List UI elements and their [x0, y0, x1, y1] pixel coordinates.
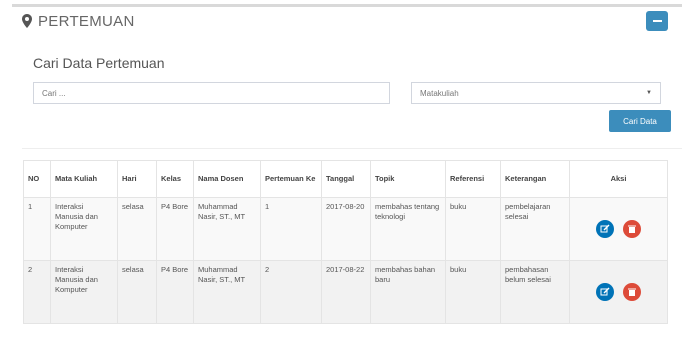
col-referensi: Referensi [445, 160, 501, 198]
cell-topik: membahas bahan baru [370, 260, 446, 324]
search-section-title: Cari Data Pertemuan [33, 55, 165, 71]
cell-topik: membahas tentang teknologi [370, 197, 446, 261]
cell-dosen: Muhammad Nasir, ST., MT [193, 197, 261, 261]
caret-down-icon: ▼ [646, 90, 652, 96]
panel-top-border [12, 4, 682, 7]
col-pertemuan-ke: Pertemuan Ke [260, 160, 322, 198]
col-hari: Hari [117, 160, 157, 198]
cell-mata-kuliah: Interaksi Manusia dan Komputer [50, 197, 118, 261]
cell-tanggal: 2017-08-20 [321, 197, 371, 261]
panel-header: PERTEMUAN [22, 11, 135, 31]
table-row: 1 Interaksi Manusia dan Komputer selasa … [23, 197, 668, 261]
search-field-select[interactable]: Matakuliah ▼ [411, 82, 661, 104]
cell-aksi [569, 260, 668, 324]
edit-icon [600, 287, 610, 296]
search-button[interactable]: Cari Data [609, 110, 671, 132]
cell-tanggal: 2017-08-22 [321, 260, 371, 324]
cell-referensi: buku [445, 197, 501, 261]
panel-title: PERTEMUAN [38, 12, 135, 30]
col-tanggal: Tanggal [321, 160, 371, 198]
cell-kelas: P4 Bore [156, 197, 194, 261]
delete-button[interactable] [622, 220, 641, 238]
minus-icon [652, 20, 662, 22]
edit-icon [600, 224, 610, 233]
divider [22, 148, 682, 149]
col-kelas: Kelas [156, 160, 194, 198]
col-topik: Topik [370, 160, 446, 198]
table-header-row: NO Mata Kuliah Hari Kelas Nama Dosen Per… [23, 160, 668, 198]
cell-kelas: P4 Bore [156, 260, 194, 324]
cell-hari: selasa [117, 197, 157, 261]
col-aksi: Aksi [569, 160, 668, 198]
cell-no: 1 [23, 197, 51, 261]
cell-pertemuan: 1 [260, 197, 322, 261]
map-marker-icon [22, 14, 32, 28]
trash-icon [627, 288, 636, 296]
select-value: Matakuliah [420, 88, 459, 98]
col-mata-kuliah: Mata Kuliah [50, 160, 118, 198]
col-keterangan: Keterangan [500, 160, 570, 198]
edit-button[interactable] [596, 283, 615, 301]
cell-no: 2 [23, 260, 51, 324]
cell-dosen: Muhammad Nasir, ST., MT [193, 260, 261, 324]
cell-hari: selasa [117, 260, 157, 324]
collapse-button[interactable] [646, 11, 668, 31]
col-nama-dosen: Nama Dosen [193, 160, 261, 198]
cell-aksi [569, 197, 668, 261]
search-input[interactable] [33, 82, 390, 104]
edit-button[interactable] [596, 220, 615, 238]
trash-icon [627, 225, 636, 233]
cell-keterangan: pembelajaran selesai [500, 197, 570, 261]
cell-mata-kuliah: Interaksi Manusia dan Komputer [50, 260, 118, 324]
cell-referensi: buku [445, 260, 501, 324]
col-no: NO [23, 160, 51, 198]
cell-pertemuan: 2 [260, 260, 322, 324]
pertemuan-table: NO Mata Kuliah Hari Kelas Nama Dosen Per… [23, 160, 668, 324]
cell-keterangan: pembahasan belum selesai [500, 260, 570, 324]
table-row: 2 Interaksi Manusia dan Komputer selasa … [23, 260, 668, 324]
delete-button[interactable] [622, 283, 641, 301]
